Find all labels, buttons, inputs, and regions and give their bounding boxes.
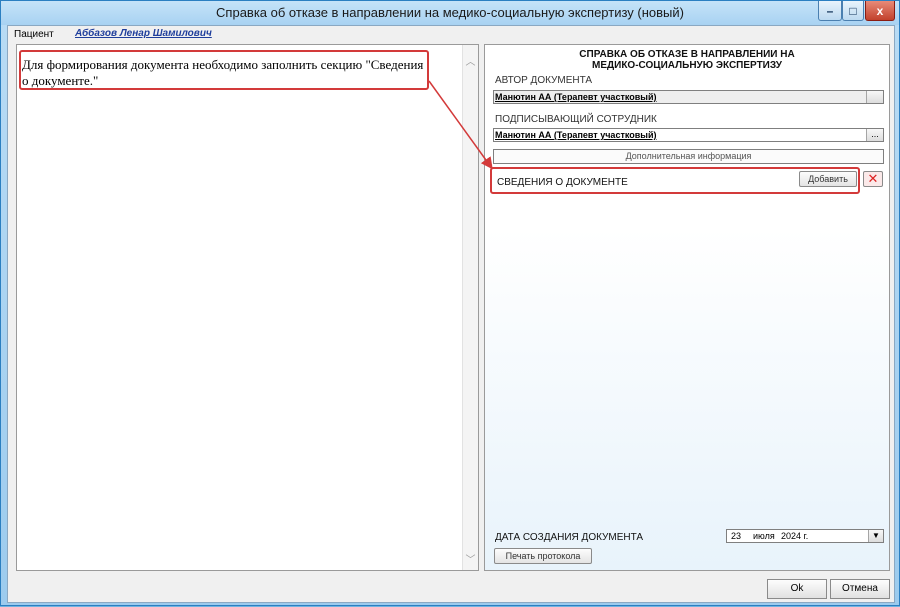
minimize-button[interactable]: – bbox=[818, 1, 842, 21]
date-day: 23 bbox=[731, 531, 742, 541]
patient-name-link[interactable]: Аббазов Ленар Шамилович bbox=[75, 28, 212, 39]
cancel-button[interactable]: Отмена bbox=[830, 579, 890, 599]
scroll-up-icon[interactable]: ︿ bbox=[463, 53, 478, 68]
signer-label: ПОДПИСЫВАЮЩИЙ СОТРУДНИК bbox=[495, 114, 657, 125]
chevron-down-icon[interactable]: ▼ bbox=[868, 530, 883, 542]
title-bar[interactable]: Справка об отказе в направлении на медик… bbox=[1, 1, 899, 25]
document-form: СПРАВКА ОБ ОТКАЗЕ В НАПРАВЛЕНИИ НА МЕДИК… bbox=[484, 44, 890, 571]
signer-browse-button[interactable]: ... bbox=[866, 129, 883, 141]
additional-info-button[interactable]: Дополнительная информация bbox=[493, 149, 884, 164]
scroll-down-icon[interactable]: ﹀ bbox=[463, 551, 478, 566]
signer-value: Манютин АА (Терапевт участковый) bbox=[495, 130, 657, 140]
date-month: июля bbox=[753, 531, 775, 541]
dialog-body: Пациент Аббазов Ленар Шамилович Для форм… bbox=[7, 25, 895, 603]
message-scrollbar[interactable]: ︿ ﹀ bbox=[462, 45, 478, 570]
date-year: 2024 г. bbox=[781, 531, 809, 541]
creation-date-picker[interactable]: 23 июля 2024 г. ▼ bbox=[726, 529, 884, 543]
delete-icon[interactable]: ✕ bbox=[863, 171, 883, 187]
maximize-button[interactable]: □ bbox=[842, 1, 864, 21]
section-highlight-box bbox=[490, 167, 860, 194]
author-value: Манютин АА (Терапевт участковый) bbox=[495, 92, 657, 102]
print-protocol-button[interactable]: Печать протокола bbox=[494, 548, 592, 564]
author-browse-button[interactable] bbox=[866, 91, 883, 103]
creation-date-label: ДАТА СОЗДАНИЯ ДОКУМЕНТА bbox=[495, 532, 644, 543]
message-panel: Для формирования документа необходимо за… bbox=[16, 44, 479, 571]
signer-field[interactable]: Манютин АА (Терапевт участковый) ... bbox=[493, 128, 884, 142]
dialog-window: Справка об отказе в направлении на медик… bbox=[0, 0, 900, 606]
patient-label: Пациент bbox=[14, 29, 54, 40]
ok-button[interactable]: Ok bbox=[767, 579, 827, 599]
author-field[interactable]: Манютин АА (Терапевт участковый) bbox=[493, 90, 884, 104]
message-highlight-box bbox=[19, 50, 429, 90]
document-title: СПРАВКА ОБ ОТКАЗЕ В НАПРАВЛЕНИИ НА МЕДИК… bbox=[579, 49, 795, 71]
window-title: Справка об отказе в направлении на медик… bbox=[216, 5, 684, 20]
close-button[interactable]: x bbox=[865, 1, 895, 21]
author-label: АВТОР ДОКУМЕНТА bbox=[495, 75, 593, 86]
